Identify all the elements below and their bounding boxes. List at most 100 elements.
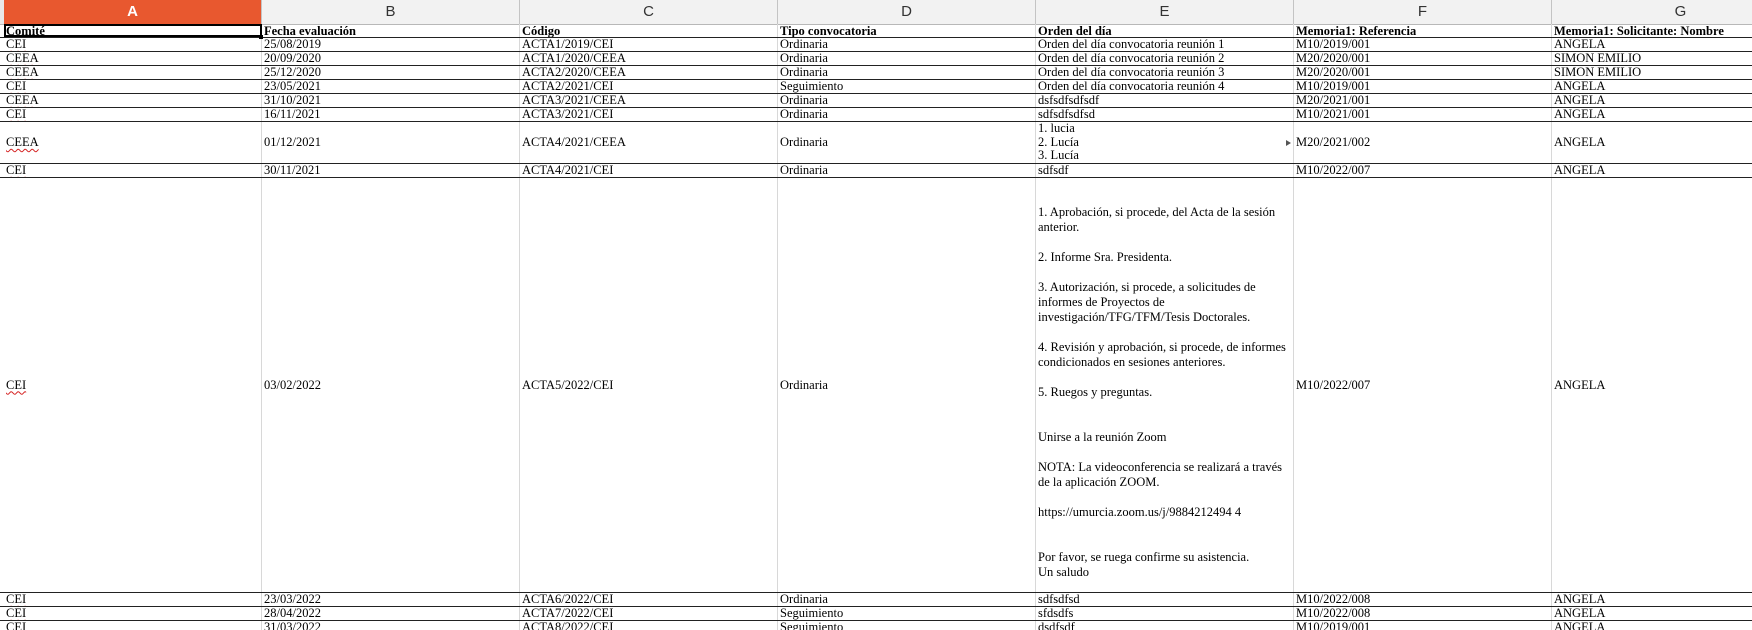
table-cell[interactable]: Ordinaria	[778, 122, 1036, 163]
column-header-b[interactable]: B	[262, 0, 520, 24]
column-header-c[interactable]: C	[520, 0, 778, 24]
table-cell[interactable]: 28/04/2022	[262, 607, 520, 620]
table-cell[interactable]: 1. lucia 2. Lucía 3. Lucía	[1036, 122, 1294, 163]
table-cell[interactable]: ACTA3/2021/CEI	[520, 108, 778, 121]
table-cell[interactable]: 31/03/2022	[262, 621, 520, 630]
table-cell[interactable]: Ordinaria	[778, 593, 1036, 606]
table-cell[interactable]: CEEA	[4, 66, 262, 79]
header-cell[interactable]: Memoria1: Solicitante: Nombre	[1552, 24, 1752, 37]
table-cell[interactable]: ACTA6/2022/CEI	[520, 593, 778, 606]
column-header-f[interactable]: F	[1294, 0, 1552, 24]
table-cell[interactable]: CEI	[4, 621, 262, 630]
table-cell[interactable]: ACTA2/2021/CEI	[520, 80, 778, 93]
table-cell[interactable]: Seguimiento	[778, 621, 1036, 630]
table-cell[interactable]: ACTA1/2019/CEI	[520, 38, 778, 51]
table-cell[interactable]: ANGELA	[1552, 621, 1752, 630]
table-cell[interactable]: ANGELA	[1552, 178, 1752, 592]
header-cell[interactable]: Orden del día	[1036, 24, 1294, 37]
table-cell[interactable]: Orden del día convocatoria reunión 3	[1036, 66, 1294, 79]
table-cell[interactable]: ACTA8/2022/CEI	[520, 621, 778, 630]
table-cell[interactable]: Ordinaria	[778, 94, 1036, 107]
header-cell[interactable]: Código	[520, 24, 778, 37]
table-cell[interactable]: sfdsdfs	[1036, 607, 1294, 620]
table-cell[interactable]: ACTA7/2022/CEI	[520, 607, 778, 620]
table-cell[interactable]: ANGELA	[1552, 607, 1752, 620]
table-cell[interactable]: 30/11/2021	[262, 164, 520, 177]
cell-value: 25/12/2020	[264, 66, 321, 79]
column-header-e[interactable]: E	[1036, 0, 1294, 24]
column-header-g[interactable]: G	[1552, 0, 1752, 24]
table-cell[interactable]: M20/2020/001	[1294, 66, 1552, 79]
table-cell[interactable]: sdfsdf	[1036, 164, 1294, 177]
table-cell[interactable]: Ordinaria	[778, 52, 1036, 65]
table-cell[interactable]: M10/2019/001	[1294, 621, 1552, 630]
table-cell[interactable]: ANGELA	[1552, 164, 1752, 177]
table-cell[interactable]: 25/12/2020	[262, 66, 520, 79]
table-cell[interactable]: CEEA	[4, 122, 262, 163]
table-cell[interactable]: CEI	[4, 607, 262, 620]
table-cell[interactable]: Orden del día convocatoria reunión 4	[1036, 80, 1294, 93]
table-cell[interactable]: ANGELA	[1552, 122, 1752, 163]
table-cell[interactable]: ACTA2/2020/CEEA	[520, 66, 778, 79]
column-header-a[interactable]: A	[4, 0, 262, 24]
table-cell[interactable]: M10/2022/008	[1294, 607, 1552, 620]
table-cell[interactable]: Ordinaria	[778, 38, 1036, 51]
table-cell[interactable]: 23/05/2021	[262, 80, 520, 93]
table-cell[interactable]: CEEA	[4, 52, 262, 65]
table-cell[interactable]: 03/02/2022	[262, 178, 520, 592]
table-cell[interactable]: M20/2021/001	[1294, 94, 1552, 107]
header-cell[interactable]: Comité	[4, 24, 262, 37]
table-cell[interactable]: ANGELA	[1552, 108, 1752, 121]
table-cell[interactable]: ANGELA	[1552, 94, 1752, 107]
table-cell[interactable]: M10/2019/001	[1294, 38, 1552, 51]
header-cell[interactable]: Tipo convocatoria	[778, 24, 1036, 37]
table-cell[interactable]: ANGELA	[1552, 38, 1752, 51]
table-cell[interactable]: sdfsdfsdfsd	[1036, 108, 1294, 121]
table-cell[interactable]: dsfsdfsdfsdf	[1036, 94, 1294, 107]
table-cell[interactable]: CEI	[4, 80, 262, 93]
table-cell[interactable]: 1. Aprobación, si procede, del Acta de l…	[1036, 178, 1294, 592]
table-cell[interactable]: Seguimiento	[778, 607, 1036, 620]
table-cell[interactable]: M10/2022/008	[1294, 593, 1552, 606]
table-cell[interactable]: SIMON EMILIO	[1552, 52, 1752, 65]
table-cell[interactable]: Ordinaria	[778, 178, 1036, 592]
table-cell[interactable]: ANGELA	[1552, 593, 1752, 606]
table-cell[interactable]: dsdfsdf	[1036, 621, 1294, 630]
table-cell[interactable]: 01/12/2021	[262, 122, 520, 163]
table-cell[interactable]: 31/10/2021	[262, 94, 520, 107]
table-cell[interactable]: Ordinaria	[778, 108, 1036, 121]
table-cell[interactable]: CEI	[4, 593, 262, 606]
table-cell[interactable]: M10/2021/001	[1294, 108, 1552, 121]
table-cell[interactable]: ACTA5/2022/CEI	[520, 178, 778, 592]
column-header-d[interactable]: D	[778, 0, 1036, 24]
table-cell[interactable]: CEEA	[4, 94, 262, 107]
table-cell[interactable]: CEI	[4, 178, 262, 592]
table-cell[interactable]: ACTA4/2021/CEEA	[520, 122, 778, 163]
table-cell[interactable]: ACTA3/2021/CEEA	[520, 94, 778, 107]
table-cell[interactable]: ANGELA	[1552, 80, 1752, 93]
table-cell[interactable]: 16/11/2021	[262, 108, 520, 121]
table-cell[interactable]: 23/03/2022	[262, 593, 520, 606]
table-cell[interactable]: M10/2019/001	[1294, 80, 1552, 93]
table-cell[interactable]: M20/2021/002	[1294, 122, 1552, 163]
table-cell[interactable]: Ordinaria	[778, 66, 1036, 79]
header-cell[interactable]: Memoria1: Referencia	[1294, 24, 1552, 37]
table-cell[interactable]: ACTA1/2020/CEEA	[520, 52, 778, 65]
table-cell[interactable]: SIMON EMILIO	[1552, 66, 1752, 79]
table-cell[interactable]: Seguimiento	[778, 80, 1036, 93]
table-cell[interactable]: CEI	[4, 108, 262, 121]
table-cell[interactable]: ACTA4/2021/CEI	[520, 164, 778, 177]
table-cell[interactable]: CEI	[4, 38, 262, 51]
table-cell[interactable]: Orden del día convocatoria reunión 2	[1036, 52, 1294, 65]
fill-handle[interactable]	[259, 35, 263, 39]
table-cell[interactable]: M20/2020/001	[1294, 52, 1552, 65]
table-cell[interactable]: M10/2022/007	[1294, 178, 1552, 592]
table-cell[interactable]: M10/2022/007	[1294, 164, 1552, 177]
table-cell[interactable]: CEI	[4, 164, 262, 177]
table-cell[interactable]: Ordinaria	[778, 164, 1036, 177]
table-cell[interactable]: 20/09/2020	[262, 52, 520, 65]
header-cell[interactable]: Fecha evaluación	[262, 24, 520, 37]
table-cell[interactable]: 25/08/2019	[262, 38, 520, 51]
table-cell[interactable]: Orden del día convocatoria reunión 1	[1036, 38, 1294, 51]
table-cell[interactable]: sdfsdfsd	[1036, 593, 1294, 606]
